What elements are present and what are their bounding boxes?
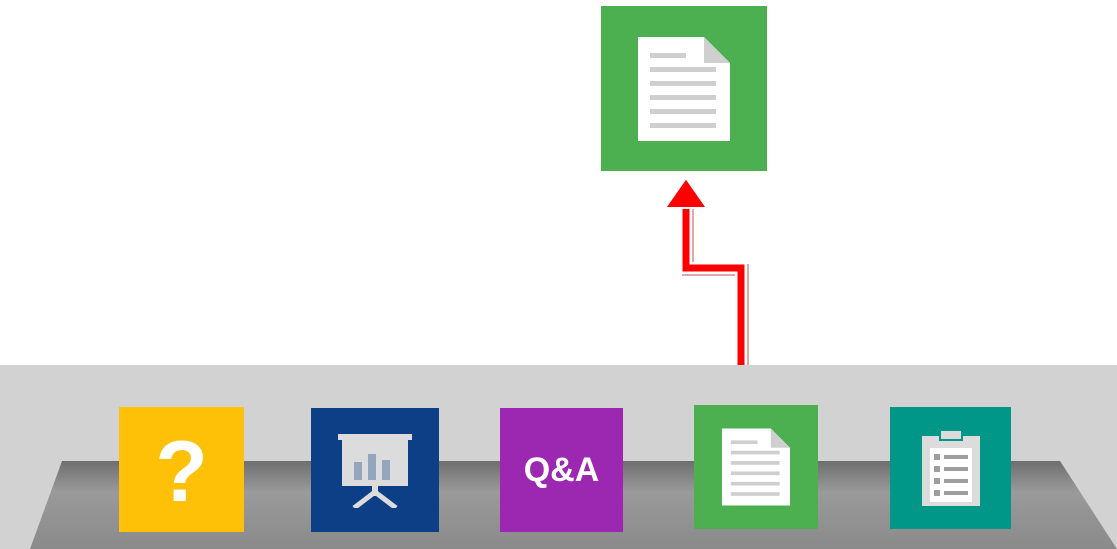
floating-document-tile[interactable]	[601, 6, 767, 171]
clipboard-button[interactable]	[890, 407, 1011, 529]
document-icon	[638, 36, 730, 141]
document-button[interactable]	[694, 405, 818, 529]
document-icon	[721, 428, 791, 506]
question-mark-icon: ?	[155, 423, 208, 520]
qa-button[interactable]: Q&A	[500, 408, 623, 532]
qa-icon: Q&A	[523, 450, 600, 489]
clipboard-list-icon	[921, 429, 980, 506]
presentation-button[interactable]	[311, 408, 439, 532]
presentation-board-icon	[338, 434, 412, 508]
dock: ? Q&A	[0, 365, 1117, 549]
canvas: ? Q&A	[0, 0, 1117, 549]
help-button[interactable]: ?	[119, 407, 244, 532]
